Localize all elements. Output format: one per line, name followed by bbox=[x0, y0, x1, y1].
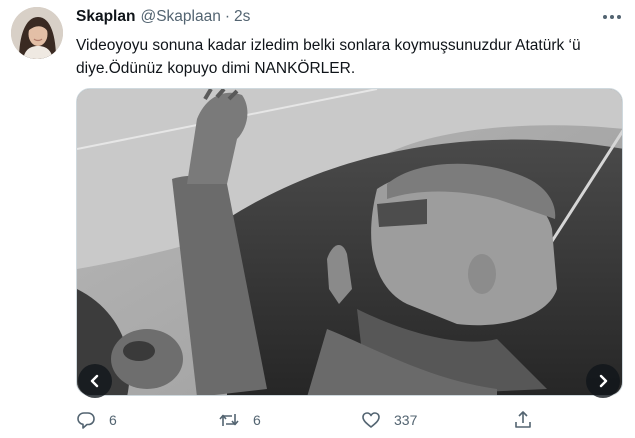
tweet-text: Videoyoyu sonuna kadar izledim belki son… bbox=[76, 34, 626, 80]
tweet-text-line: diye.Ödünüz kopuyo dimi NANKÖRLER. bbox=[76, 60, 356, 77]
author-handle[interactable]: @Skaplaan bbox=[140, 8, 220, 26]
more-dots-icon bbox=[603, 15, 621, 19]
retweet-icon bbox=[219, 414, 239, 426]
header-separator: · bbox=[224, 8, 230, 25]
like-count: 337 bbox=[394, 412, 418, 428]
tweet-media[interactable] bbox=[76, 88, 623, 396]
share-icon bbox=[515, 411, 531, 428]
tweet-header: Skaplan @Skaplaan · 2s bbox=[76, 8, 250, 30]
avatar[interactable] bbox=[11, 7, 63, 59]
media-next-button[interactable] bbox=[586, 364, 620, 398]
tweet-card[interactable]: Skaplan @Skaplaan · 2s Videoyoyu sonuna … bbox=[0, 0, 635, 438]
reply-count: 6 bbox=[109, 412, 117, 428]
more-options-button[interactable] bbox=[599, 6, 625, 28]
reply-button[interactable]: 6 bbox=[76, 405, 117, 435]
author-name[interactable]: Skaplan bbox=[76, 8, 135, 26]
media-prev-button[interactable] bbox=[78, 364, 112, 398]
retweet-count: 6 bbox=[253, 412, 261, 428]
like-button[interactable]: 337 bbox=[361, 405, 417, 435]
tweet-timestamp[interactable]: 2s bbox=[234, 8, 250, 26]
avatar-photo bbox=[11, 7, 63, 59]
tweet-actions: 6 6 337 bbox=[0, 405, 635, 435]
tweet-text-line: Videoyoyu sonuna kadar izledim belki son… bbox=[76, 37, 581, 54]
retweet-button[interactable]: 6 bbox=[218, 405, 261, 435]
reply-icon bbox=[77, 412, 95, 429]
media-photo bbox=[77, 89, 622, 395]
chevron-left-icon bbox=[90, 374, 99, 388]
heart-icon bbox=[362, 412, 380, 428]
share-button[interactable] bbox=[513, 405, 533, 435]
chevron-right-icon bbox=[599, 374, 608, 388]
